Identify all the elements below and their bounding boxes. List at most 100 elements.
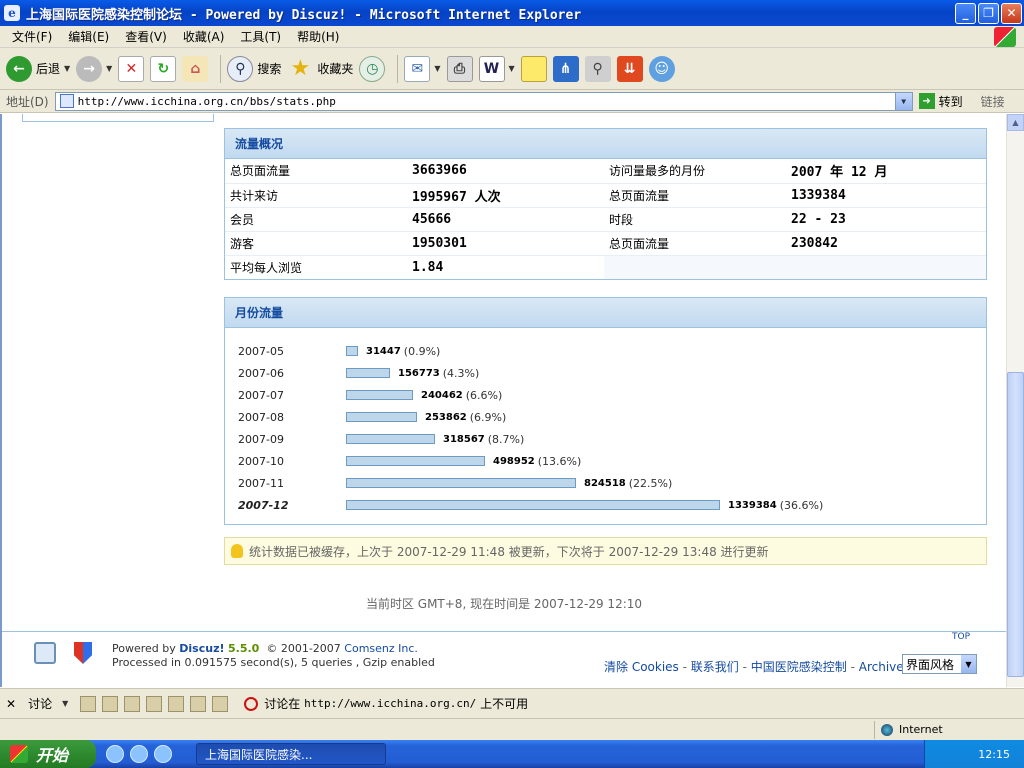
stat-label: 总页面流量 bbox=[225, 159, 407, 184]
traffic-table: 总页面流量 3663966 访问量最多的月份 2007 年 12 月共计来访 19959… bbox=[225, 159, 986, 279]
clear-cookies-link[interactable]: 清除 Cookies bbox=[604, 660, 679, 674]
bar-value-label: 318567 bbox=[443, 433, 485, 445]
bar-category-label: 2007-05 bbox=[238, 344, 284, 358]
bar-row: 2007-11 824518 (22.5%) bbox=[225, 472, 986, 494]
feed-icon[interactable] bbox=[34, 642, 56, 664]
menu-view[interactable]: 查看(V) bbox=[117, 28, 175, 45]
windows-logo-icon bbox=[994, 26, 1016, 47]
forward-button[interactable]: → ▼ bbox=[76, 55, 112, 82]
stat-value: 2007 年 12 月 bbox=[786, 159, 986, 184]
discuss-message-url: http://www.icchina.org.cn/ bbox=[304, 697, 477, 710]
ie-quicklaunch-icon[interactable] bbox=[106, 745, 124, 763]
vertical-scrollbar[interactable]: ▲ bbox=[1006, 114, 1024, 687]
menu-file[interactable]: 文件(F) bbox=[4, 28, 60, 45]
close-button[interactable]: ✕ bbox=[1001, 2, 1022, 24]
discuss-tool-icon[interactable] bbox=[146, 695, 163, 712]
messenger-button[interactable]: ☺ bbox=[648, 55, 675, 82]
scroll-thumb[interactable] bbox=[1007, 372, 1024, 677]
traffic-row: 游客 1950301 总页面流量 230842 bbox=[225, 231, 986, 256]
links-button[interactable]: 链接 bbox=[981, 93, 1005, 110]
discuss-tool-icon[interactable] bbox=[212, 695, 229, 712]
start-button[interactable]: 开始 bbox=[0, 740, 96, 768]
stat-label: 时段 bbox=[604, 207, 786, 232]
bar-value-label: 253862 bbox=[425, 411, 467, 423]
discuss-tool-icon[interactable] bbox=[124, 695, 141, 712]
research-button[interactable]: ⚲ bbox=[584, 55, 611, 82]
toolbar: ← 后退 ▼ → ▼ ✕ ↻ ⌂ ⚲ 搜索 ★ 收藏夹 ◷ ✉ ▼ ⎙ W ▼ ⋔ … bbox=[0, 48, 1024, 90]
discuss-tool-icon[interactable] bbox=[102, 695, 119, 712]
cache-notice-text: 统计数据已被缓存，上次于 2007-12-29 11:48 被更新，下次将于 2… bbox=[249, 544, 769, 559]
forward-dropdown-icon[interactable]: ▼ bbox=[106, 64, 112, 73]
taskbar-window-button[interactable]: 上海国际医院感染... bbox=[196, 743, 386, 765]
style-select[interactable]: 界面风格 ▼ bbox=[902, 654, 977, 674]
history-button[interactable]: ◷ bbox=[359, 55, 386, 82]
bar bbox=[346, 434, 435, 444]
menu-tools[interactable]: 工具(T) bbox=[232, 28, 289, 45]
print-button[interactable]: ⎙ bbox=[446, 55, 473, 82]
refresh-button[interactable]: ↻ bbox=[150, 55, 177, 82]
stop-button[interactable]: ✕ bbox=[118, 55, 145, 82]
maximize-button[interactable]: ❐ bbox=[978, 2, 999, 24]
flashget-button[interactable]: ⇊ bbox=[616, 55, 643, 82]
site-link[interactable]: 中国医院感染控制 bbox=[751, 660, 847, 674]
discuss-tool-icon[interactable] bbox=[168, 695, 185, 712]
comsenz-link[interactable]: Comsenz Inc. bbox=[344, 642, 418, 655]
start-label: 开始 bbox=[36, 746, 69, 765]
menu-help[interactable]: 帮助(H) bbox=[289, 28, 347, 45]
discuss-tool-icon[interactable] bbox=[80, 695, 97, 712]
mail-dropdown-icon[interactable]: ▼ bbox=[434, 64, 440, 73]
scroll-up-icon[interactable]: ▲ bbox=[1007, 114, 1024, 131]
go-button[interactable]: ➜ 转到 bbox=[918, 93, 963, 110]
bar bbox=[346, 500, 720, 510]
address-dropdown-icon[interactable]: ▼ bbox=[894, 92, 912, 110]
menu-edit[interactable]: 编辑(E) bbox=[60, 28, 117, 45]
ie-logo-icon: e bbox=[4, 5, 20, 21]
traffic-overview-panel: 流量概况 总页面流量 3663966 访问量最多的月份 2007 年 12 月共计来访… bbox=[224, 128, 987, 280]
edit-dropdown-icon[interactable]: ▼ bbox=[509, 64, 515, 73]
bar bbox=[346, 346, 358, 356]
toolbar-separator bbox=[220, 54, 222, 83]
address-input[interactable]: http://www.icchina.org.cn/bbs/stats.php … bbox=[54, 91, 913, 111]
top-link[interactable]: TOP bbox=[952, 632, 970, 642]
bar-row: 2007-10 498952 (13.6%) bbox=[225, 450, 986, 472]
shield-icon bbox=[74, 642, 92, 664]
discuss-menu[interactable]: 讨论 bbox=[28, 695, 52, 712]
minimize-button[interactable]: _ bbox=[955, 2, 976, 24]
bar-category-label: 2007-07 bbox=[238, 388, 284, 402]
bar bbox=[346, 412, 417, 422]
menu-favorites[interactable]: 收藏(A) bbox=[175, 28, 233, 45]
discuss-message-suffix: 上不可用 bbox=[480, 697, 529, 711]
address-url[interactable]: http://www.icchina.org.cn/bbs/stats.php bbox=[78, 95, 895, 108]
discuss-button[interactable] bbox=[520, 55, 547, 82]
mail-button[interactable]: ✉ ▼ bbox=[404, 55, 441, 82]
bar-value-label: 1339384 bbox=[728, 499, 777, 511]
clock[interactable]: 12:15 bbox=[978, 748, 1010, 761]
contact-link[interactable]: 联系我们 bbox=[691, 660, 739, 674]
search-icon: ⚲ bbox=[227, 55, 254, 82]
zone-label: Internet bbox=[899, 723, 943, 736]
edit-button[interactable]: W ▼ bbox=[478, 55, 515, 82]
desktop-quicklaunch-icon[interactable] bbox=[154, 745, 172, 763]
discuss-tool-icon[interactable] bbox=[190, 695, 207, 712]
bar-percent-label: (22.5%) bbox=[628, 476, 673, 490]
close-discuss-icon[interactable]: ✕ bbox=[6, 697, 16, 711]
search-button[interactable]: ⚲ 搜索 bbox=[227, 55, 281, 82]
bar-row: 2007-05 31447 (0.9%) bbox=[225, 340, 986, 362]
discuz-link[interactable]: Discuz! bbox=[179, 642, 224, 655]
back-button[interactable]: ← 后退 ▼ bbox=[6, 55, 70, 82]
title-bar[interactable]: e 上海国际医院感染控制论坛 - Powered by Discuz! - Mi… bbox=[0, 0, 1024, 26]
back-dropdown-icon[interactable]: ▼ bbox=[64, 64, 70, 73]
media-quicklaunch-icon[interactable] bbox=[130, 745, 148, 763]
processed-info: Processed in 0.091575 second(s), 5 queri… bbox=[112, 656, 435, 669]
share-button[interactable]: ⋔ bbox=[552, 55, 579, 82]
copyright: © 2001-2007 bbox=[266, 642, 341, 655]
bar bbox=[346, 456, 485, 466]
home-button[interactable]: ⌂ bbox=[182, 55, 209, 82]
footer: Powered by Discuz! 5.5.0 © 2001-2007 Com… bbox=[2, 631, 1006, 687]
bar-value-label: 824518 bbox=[584, 477, 626, 489]
bar-category-label: 2007-06 bbox=[238, 366, 284, 380]
favorites-button[interactable]: ★ 收藏夹 bbox=[287, 56, 353, 82]
discuss-dropdown-icon[interactable]: ▼ bbox=[62, 699, 68, 708]
bar-percent-label: (0.9%) bbox=[403, 344, 441, 358]
traffic-row: 会员 45666 时段 22 - 23 bbox=[225, 207, 986, 232]
